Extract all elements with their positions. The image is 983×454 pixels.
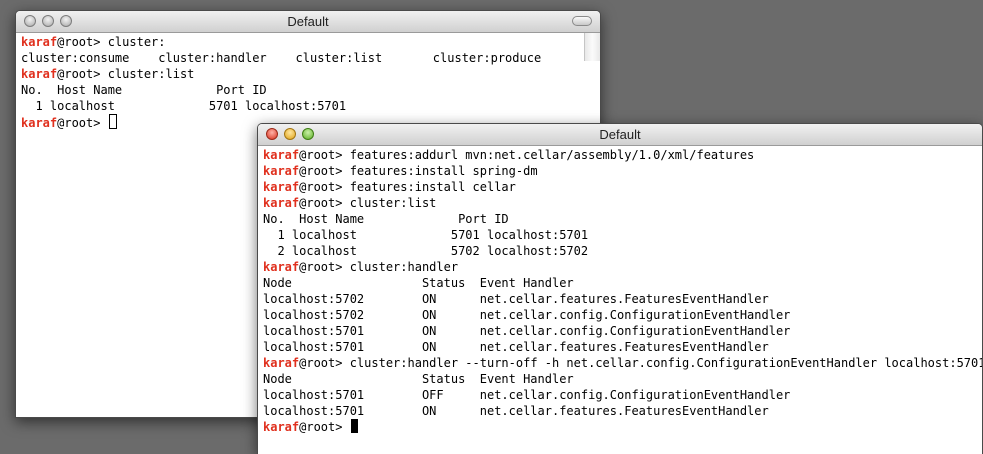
output-text: 2 localhost 5702 localhost:5702 <box>263 244 589 258</box>
prompt-line: karaf@root> cluster:list <box>263 195 977 211</box>
output-text: localhost:5701 ON net.cellar.config.Conf… <box>263 324 791 338</box>
output-line: 1 localhost 5701 localhost:5701 <box>263 227 977 243</box>
output-line: Node Status Event Handler <box>263 371 977 387</box>
window-title: Default <box>287 14 329 29</box>
output-line: localhost:5701 ON net.cellar.config.Conf… <box>263 323 977 339</box>
prompt-line: karaf@root> <box>263 419 977 435</box>
prompt-line: karaf@root> features:addurl mvn:net.cell… <box>263 147 977 163</box>
text-cursor <box>108 114 117 129</box>
command-text: @root> cluster:handler <box>299 260 459 274</box>
output-text: localhost:5702 ON net.cellar.config.Conf… <box>263 308 791 322</box>
prompt-user: karaf <box>263 420 300 434</box>
terminal-window-front[interactable]: Default karaf@root> features:addurl mvn:… <box>257 123 983 454</box>
output-line: localhost:5702 ON net.cellar.features.Fe… <box>263 291 977 307</box>
output-line: No. Host Name Port ID <box>263 211 977 227</box>
prompt-user: karaf <box>263 164 300 178</box>
scrollbar[interactable] <box>584 33 600 61</box>
prompt-user: karaf <box>263 148 300 162</box>
window-title: Default <box>599 127 641 142</box>
prompt-user: karaf <box>263 260 300 274</box>
output-line: localhost:5702 ON net.cellar.config.Conf… <box>263 307 977 323</box>
output-line: localhost:5701 ON net.cellar.features.Fe… <box>263 339 977 355</box>
command-text: @root> <box>57 116 108 130</box>
command-text: @root> cluster: <box>57 35 166 49</box>
output-line: Node Status Event Handler <box>263 275 977 291</box>
command-text: @root> features:install spring-dm <box>299 164 538 178</box>
prompt-line: karaf@root> cluster:handler --turn-off -… <box>263 355 982 371</box>
prompt-line: karaf@root> cluster:list <box>21 66 595 82</box>
terminal-output[interactable]: karaf@root> features:addurl mvn:net.cell… <box>258 146 982 435</box>
terminal-output[interactable]: karaf@root> cluster: cluster:consume clus… <box>16 33 600 130</box>
prompt-user: karaf <box>263 180 300 194</box>
output-line: localhost:5701 ON net.cellar.features.Fe… <box>263 403 977 419</box>
command-text: @root> <box>299 420 350 434</box>
title-bar[interactable]: Default <box>258 124 982 146</box>
output-line: cluster:consume cluster:handler cluster:… <box>21 50 595 66</box>
output-line: No. Host Name Port ID <box>21 82 595 98</box>
output-text: cluster:consume cluster:handler cluster:… <box>21 51 542 65</box>
command-text: @root> cluster:handler --turn-off -h net… <box>299 356 983 370</box>
prompt-line: karaf@root> features:install cellar <box>263 179 977 195</box>
prompt-user: karaf <box>21 35 58 49</box>
output-text: localhost:5701 ON net.cellar.features.Fe… <box>263 404 769 418</box>
text-cursor <box>350 419 358 433</box>
output-text: 1 localhost 5701 localhost:5701 <box>21 99 347 113</box>
command-text: @root> cluster:list <box>299 196 437 210</box>
output-text: Node Status Event Handler <box>263 276 574 290</box>
command-text: @root> cluster:list <box>57 67 195 81</box>
output-text: localhost:5702 ON net.cellar.features.Fe… <box>263 292 769 306</box>
prompt-line: karaf@root> features:install spring-dm <box>263 163 977 179</box>
output-text: Node Status Event Handler <box>263 372 574 386</box>
prompt-line: karaf@root> cluster: <box>21 34 595 50</box>
prompt-line: karaf@root> cluster:handler <box>263 259 977 275</box>
command-text: @root> features:install cellar <box>299 180 516 194</box>
output-text: localhost:5701 OFF net.cellar.config.Con… <box>263 388 791 402</box>
output-line: 1 localhost 5701 localhost:5701 <box>21 98 595 114</box>
prompt-user: karaf <box>263 356 300 370</box>
title-bar[interactable]: Default <box>16 11 600 33</box>
prompt-user: karaf <box>21 116 58 130</box>
output-text: 1 localhost 5701 localhost:5701 <box>263 228 589 242</box>
output-text: No. Host Name Port ID <box>263 212 509 226</box>
prompt-user: karaf <box>21 67 58 81</box>
output-line: localhost:5701 OFF net.cellar.config.Con… <box>263 387 977 403</box>
output-text: No. Host Name Port ID <box>21 83 267 97</box>
toolbar-toggle-button[interactable] <box>572 16 592 26</box>
prompt-user: karaf <box>263 196 300 210</box>
output-text: localhost:5701 ON net.cellar.features.Fe… <box>263 340 769 354</box>
command-text: @root> features:addurl mvn:net.cellar/as… <box>299 148 755 162</box>
output-line: 2 localhost 5702 localhost:5702 <box>263 243 977 259</box>
